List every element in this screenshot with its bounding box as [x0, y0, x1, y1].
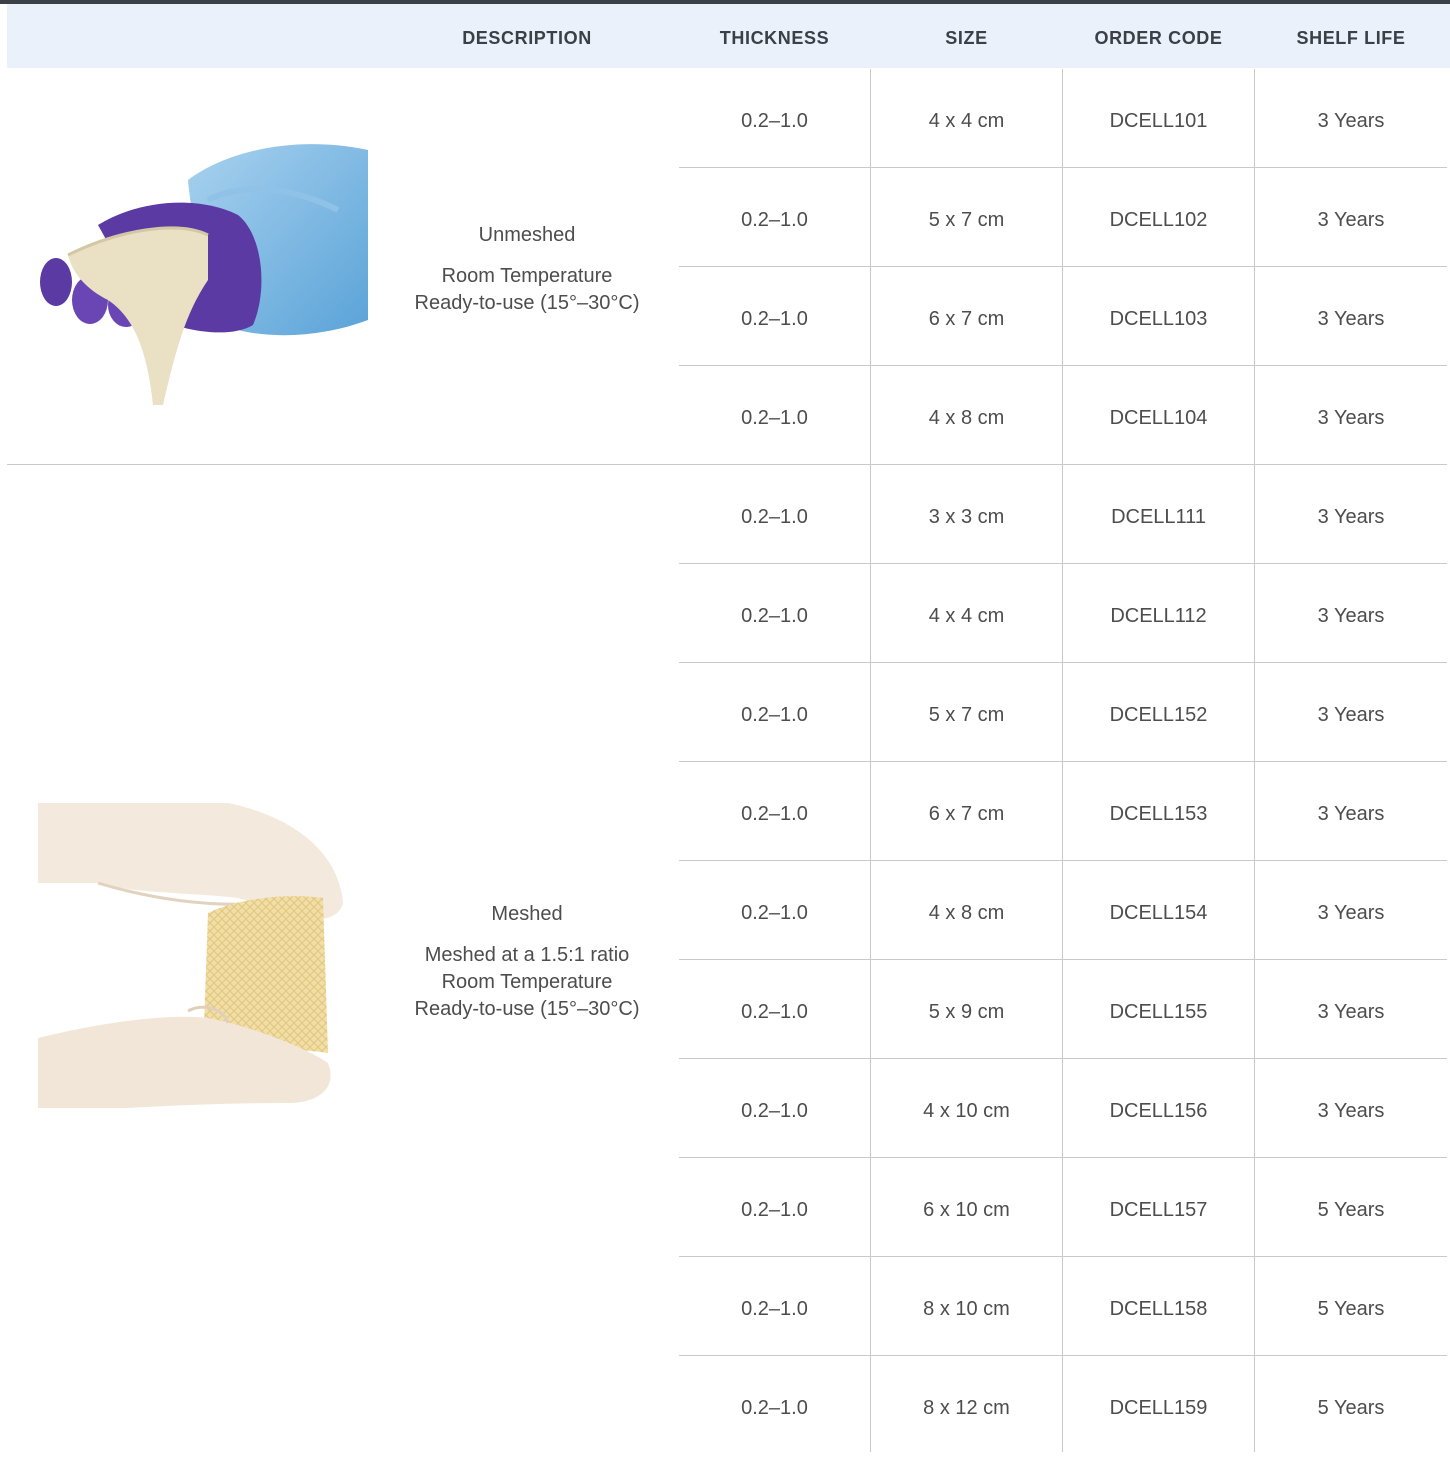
order-code-cell: DCELL102: [1109, 209, 1208, 231]
order-code-cell: DCELL111: [1111, 506, 1206, 528]
thickness-cell: 0.2–1.0: [741, 506, 808, 528]
table-row: 0.2–1.0 5 x 7 cm DCELL102 3 Years: [679, 168, 1447, 267]
table-row: 0.2–1.0 4 x 4 cm DCELL112 3 Years: [679, 564, 1447, 663]
size-cell: 4 x 10 cm: [923, 1100, 1010, 1122]
thickness-cell: 0.2–1.0: [741, 407, 808, 429]
table-row: 0.2–1.0 5 x 7 cm DCELL152 3 Years: [679, 663, 1447, 762]
order-code-cell: DCELL112: [1110, 605, 1207, 627]
description-line: Meshed at a 1.5:1 ratio: [424, 944, 630, 966]
size-cell: 5 x 9 cm: [928, 1001, 1005, 1023]
meshed-description: Meshed Meshed at a 1.5:1 ratio Room Temp…: [405, 901, 649, 1023]
order-code-cell: DCELL157: [1109, 1199, 1208, 1221]
thickness-cell: 0.2–1.0: [741, 605, 808, 627]
size-cell: 4 x 4 cm: [928, 110, 1005, 132]
header-description: DESCRIPTION: [462, 28, 592, 48]
thickness-cell: 0.2–1.0: [741, 803, 808, 825]
thickness-cell: 0.2–1.0: [741, 1001, 808, 1023]
order-code-cell: DCELL158: [1109, 1298, 1208, 1320]
shelf-life-cell: 3 Years: [1317, 1001, 1385, 1023]
shelf-life-cell: 3 Years: [1317, 407, 1385, 429]
order-code-cell: DCELL103: [1109, 308, 1208, 330]
header-shelf-life: SHELF LIFE: [1296, 28, 1406, 48]
description-title: Unmeshed: [478, 224, 576, 246]
header-thickness: THICKNESS: [719, 28, 830, 48]
unmeshed-description: Unmeshed Room Temperature Ready-to-use (…: [405, 222, 649, 317]
order-code-cell: DCELL101: [1109, 110, 1208, 132]
size-cell: 8 x 10 cm: [923, 1298, 1010, 1320]
size-cell: 5 x 7 cm: [928, 209, 1005, 231]
order-code-cell: DCELL154: [1109, 902, 1208, 924]
shelf-life-cell: 3 Years: [1317, 902, 1385, 924]
thickness-cell: 0.2–1.0: [741, 1298, 808, 1320]
description-title: Meshed: [491, 903, 563, 925]
thickness-cell: 0.2–1.0: [741, 308, 808, 330]
order-code-cell: DCELL153: [1109, 803, 1208, 825]
order-code-cell: DCELL156: [1109, 1100, 1208, 1122]
size-cell: 6 x 7 cm: [928, 803, 1005, 825]
size-cell: 6 x 7 cm: [928, 308, 1005, 330]
thickness-cell: 0.2–1.0: [741, 704, 808, 726]
meshed-product-photo: [38, 803, 343, 1108]
shelf-life-cell: 3 Years: [1317, 704, 1385, 726]
unmeshed-product-photo: [40, 144, 368, 405]
thickness-cell: 0.2–1.0: [741, 902, 808, 924]
table-row: 0.2–1.0 6 x 7 cm DCELL153 3 Years: [679, 762, 1447, 861]
shelf-life-cell: 3 Years: [1317, 803, 1385, 825]
shelf-life-cell: 3 Years: [1317, 506, 1385, 528]
thickness-cell: 0.2–1.0: [741, 1199, 808, 1221]
order-code-cell: DCELL155: [1109, 1001, 1208, 1023]
size-cell: 5 x 7 cm: [928, 704, 1005, 726]
header-size: SIZE: [945, 28, 988, 48]
shelf-life-cell: 5 Years: [1317, 1397, 1385, 1419]
table-row: 0.2–1.0 5 x 9 cm DCELL155 3 Years: [679, 960, 1447, 1059]
shelf-life-cell: 3 Years: [1317, 605, 1385, 627]
table-row: 0.2–1.0 6 x 7 cm DCELL103 3 Years: [679, 267, 1447, 366]
table-row: 0.2–1.0 4 x 8 cm DCELL154 3 Years: [679, 861, 1447, 960]
table-row: 0.2–1.0 4 x 10 cm DCELL156 3 Years: [679, 1059, 1447, 1158]
size-cell: 8 x 12 cm: [923, 1397, 1010, 1419]
size-cell: 6 x 10 cm: [923, 1199, 1010, 1221]
shelf-life-cell: 3 Years: [1317, 1100, 1385, 1122]
table-row: 0.2–1.0 6 x 10 cm DCELL157 5 Years: [679, 1158, 1447, 1257]
header-order-code: ORDER CODE: [1094, 28, 1223, 48]
shelf-life-cell: 5 Years: [1317, 1298, 1385, 1320]
description-line: Room Temperature: [441, 971, 613, 993]
order-code-cell: DCELL104: [1109, 407, 1208, 429]
table-row: 0.2–1.0 4 x 8 cm DCELL104 3 Years: [679, 366, 1447, 465]
shelf-life-cell: 3 Years: [1317, 308, 1385, 330]
order-code-cell: DCELL152: [1109, 704, 1208, 726]
table-row: 0.2–1.0 3 x 3 cm DCELL111 3 Years: [679, 465, 1447, 564]
thickness-cell: 0.2–1.0: [741, 1397, 808, 1419]
thickness-cell: 0.2–1.0: [741, 1100, 808, 1122]
shelf-life-cell: 3 Years: [1317, 209, 1385, 231]
thickness-cell: 0.2–1.0: [741, 209, 808, 231]
size-cell: 4 x 8 cm: [928, 902, 1005, 924]
thickness-cell: 0.2–1.0: [741, 110, 808, 132]
shelf-life-cell: 3 Years: [1317, 110, 1385, 132]
size-cell: 4 x 8 cm: [928, 407, 1005, 429]
size-cell: 3 x 3 cm: [928, 506, 1005, 528]
table-row: 0.2–1.0 8 x 12 cm DCELL159 5 Years: [679, 1356, 1447, 1452]
table-row: 0.2–1.0 8 x 10 cm DCELL158 5 Years: [679, 1257, 1447, 1356]
description-line: Ready-to-use (15°–30°C): [414, 292, 640, 314]
shelf-life-cell: 5 Years: [1317, 1199, 1385, 1221]
order-code-cell: DCELL159: [1109, 1397, 1208, 1419]
description-line: Ready-to-use (15°–30°C): [414, 998, 640, 1020]
size-cell: 4 x 4 cm: [928, 605, 1005, 627]
table-row: 0.2–1.0 4 x 4 cm DCELL101 3 Years: [679, 69, 1447, 168]
description-line: Room Temperature: [441, 265, 613, 287]
